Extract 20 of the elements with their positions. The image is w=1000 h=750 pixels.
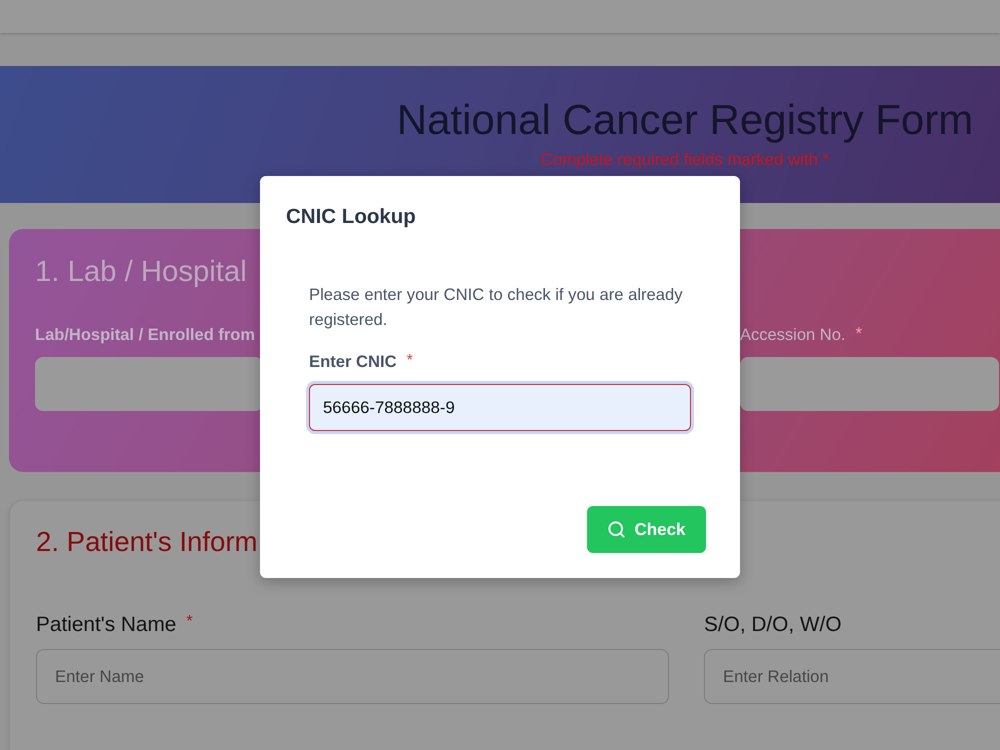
field-label: Enter CNIC [309, 352, 397, 372]
input-field[interactable]: 56666-7888888-9 [306, 381, 694, 434]
input-field[interactable]: Enter Relation [704, 649, 1000, 704]
field-label: Accession No. [740, 325, 846, 345]
search-icon [607, 520, 626, 539]
required-asterisk: * [406, 352, 413, 370]
field-label: Patient's Name [36, 613, 176, 637]
section-title: 2. Patient's Inform [36, 525, 258, 559]
field-label: S/O, D/O, W/O [704, 613, 842, 637]
field-label: Lab/Hospital / Enrolled from [35, 325, 256, 345]
required-asterisk: * [855, 325, 862, 343]
input-field[interactable]: Enter Name [36, 649, 669, 704]
dialog-message: Please enter your CNIC to check if you are already registered. [309, 284, 684, 331]
form-title: National Cancer Registry Form [396, 96, 974, 144]
input-field[interactable] [35, 357, 263, 411]
input-field[interactable] [740, 357, 999, 411]
dialog-title: CNIC Lookup [286, 205, 416, 229]
required-asterisk: * [186, 613, 193, 631]
form-subtitle: Complete required fields marked with * [540, 150, 830, 170]
section-title: 1. Lab / Hospital [35, 255, 247, 289]
